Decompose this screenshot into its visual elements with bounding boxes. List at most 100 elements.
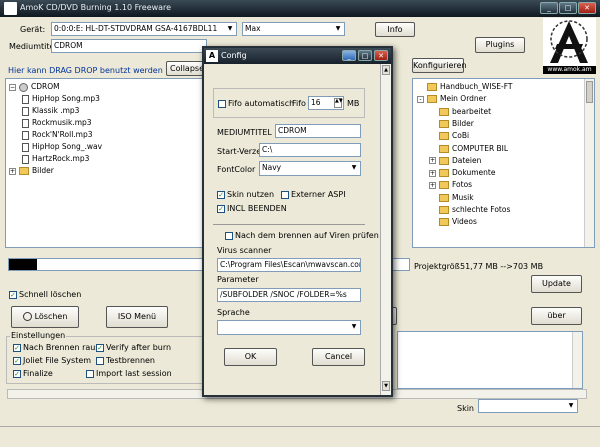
import-last-checkbox[interactable]: Import last session [86, 369, 172, 378]
konfigurieren-button[interactable]: Konfigurieren [412, 58, 467, 73]
tree-item[interactable]: + Dokumente [429, 168, 495, 178]
maximize-icon[interactable]: □ [559, 2, 577, 14]
scrollbar-thumb[interactable] [586, 81, 593, 103]
tree-item[interactable]: COMPUTER BIL [429, 144, 508, 153]
list-item[interactable]: Klassik .mp3 [22, 106, 79, 116]
expand-icon[interactable]: + [429, 181, 436, 189]
config-mediumtitel-input[interactable]: CDROM [275, 124, 361, 138]
verify-checkbox[interactable]: ✓ Verify after burn [96, 343, 171, 352]
nach-brennen-checkbox[interactable]: ✓ Nach Brennen raus [13, 343, 100, 352]
spinner-arrows-icon[interactable]: ▲▼ [334, 98, 343, 108]
check-icon: ✓ [13, 343, 21, 352]
list-item[interactable]: Rockmusik.mp3 [22, 118, 92, 128]
plugins-button[interactable]: Plugins [475, 37, 525, 53]
fontcolor-select[interactable]: Navy ▼ [259, 161, 361, 176]
skin-select[interactable]: ▼ [478, 399, 578, 413]
tree-item-label: Videos [452, 217, 477, 227]
scrollbar-vertical[interactable] [572, 332, 582, 388]
close-icon[interactable]: ✕ [578, 2, 596, 14]
list-item[interactable]: + Bilder [9, 166, 54, 175]
title-bar: AmoK CD/DVD Burning 1.10 Freeware _ □ ✕ [0, 0, 600, 17]
update-button[interactable]: Update [531, 275, 582, 293]
expand-icon[interactable]: + [9, 167, 16, 175]
check-icon: ✓ [9, 290, 17, 299]
fifo-spinner[interactable]: 16 ▲▼ [308, 96, 344, 110]
tree-item[interactable]: schlechte Fotos [429, 205, 510, 214]
scroll-down-icon[interactable]: ▼ [382, 381, 390, 391]
loeschen-button[interactable]: Löschen [11, 306, 79, 328]
explorer-tree[interactable]: Handbuch_WISE-FT - Mein Ordner bearbeitet Bi… [412, 78, 595, 248]
chevron-down-icon: ▼ [335, 25, 341, 32]
tree-item[interactable]: CoBi [429, 131, 469, 141]
startverz-input[interactable]: C:\ [259, 143, 361, 157]
collapse-icon[interactable]: − [9, 83, 16, 91]
folder-name: Bilder [32, 166, 54, 175]
chevron-down-icon: ▼ [568, 402, 574, 409]
folder-icon [439, 169, 449, 178]
check-icon: ✓ [217, 204, 225, 213]
list-item[interactable]: HipHop Song.mp3 [22, 94, 100, 104]
tree-root[interactable]: − CDROM [9, 82, 60, 92]
tree-root-label: CDROM [31, 82, 60, 91]
check-icon: ✓ [96, 343, 104, 352]
list-item[interactable]: HipHop Song_.wav [22, 142, 102, 152]
tree-item[interactable]: + Dateien [429, 156, 481, 165]
fifo-auto-checkbox[interactable]: Fifo automatisch [218, 99, 294, 108]
folder-icon [427, 95, 437, 104]
tree-item-label: COMPUTER BIL [452, 143, 509, 153]
minimize-icon[interactable]: _ [342, 50, 356, 61]
tree-item[interactable]: bearbeitet [429, 107, 491, 116]
minimize-icon[interactable]: _ [540, 2, 558, 14]
info-button[interactable]: Info [375, 22, 415, 37]
schnell-loeschen-checkbox[interactable]: ✓ Schnell löschen [9, 290, 81, 299]
nach-viren-checkbox[interactable]: Nach dem brennen auf Viren prüfen [225, 231, 379, 240]
checkbox-empty-icon [96, 356, 104, 365]
folder-icon [439, 107, 449, 116]
tree-item-label: Fotos [452, 180, 473, 190]
log-area[interactable] [397, 331, 583, 389]
externer-aspi-checkbox[interactable]: Externer ASPI [281, 190, 346, 199]
joliet-checkbox[interactable]: ✓ Joliet File System [13, 356, 91, 365]
maximize-icon[interactable]: □ [358, 50, 372, 61]
cancel-button[interactable]: Cancel [312, 348, 365, 366]
skin-nutzen-checkbox[interactable]: ✓ Skin nutzen [217, 190, 274, 199]
loeschen-label: Löschen [34, 312, 68, 321]
expand-icon[interactable]: + [429, 169, 436, 177]
mediumtitel-input[interactable]: CDROM [51, 39, 207, 53]
parameter-input[interactable]: /SUBFOLDER /SNOC /FOLDER=%s [217, 288, 361, 302]
collapse-icon[interactable]: - [417, 95, 424, 103]
finalize-checkbox[interactable]: ✓ Finalize [13, 369, 53, 378]
tree-item[interactable]: Handbuch_WISE-FT [417, 82, 513, 91]
tree-item[interactable]: Musik [429, 193, 474, 202]
scroll-up-icon[interactable]: ▲ [382, 65, 390, 75]
nach-brennen-label: Nach Brennen raus [23, 343, 100, 352]
testbrennen-checkbox[interactable]: Testbrennen [96, 356, 155, 365]
incl-beenden-checkbox[interactable]: ✓ INCL BEENDEN [217, 204, 287, 214]
tree-item[interactable]: + Fotos [429, 180, 473, 190]
app-icon [4, 2, 17, 15]
checkbox-empty-icon [225, 231, 233, 240]
joliet-label: Joliet File System [23, 356, 92, 365]
tree-item[interactable]: - Mein Ordner [417, 94, 486, 104]
ok-button[interactable]: OK [224, 348, 277, 366]
expand-icon[interactable]: + [429, 157, 436, 165]
collapse-button[interactable]: Collapse t [166, 61, 206, 76]
sprache-select[interactable]: ▼ [217, 320, 361, 335]
scrollbar-vertical[interactable] [584, 79, 594, 247]
list-item[interactable]: HartzRock.mp3 [22, 154, 89, 164]
tree-item-label: bearbeitet [452, 106, 492, 116]
tree-item-label: Bilder [452, 118, 474, 128]
ueber-button[interactable]: über [531, 307, 582, 325]
scrollbar-vertical[interactable]: ▲ ▼ [380, 64, 391, 395]
virus-scanner-input[interactable]: C:\Program Files\Escan\mwavscan.com [217, 258, 361, 272]
tree-item[interactable]: Videos [429, 217, 477, 227]
file-icon [22, 118, 29, 128]
config-dialog: A Config _ □ ✕ Fifo automatisch Fifo 16 … [202, 46, 393, 397]
list-item[interactable]: Rock'N'Roll.mp3 [22, 130, 93, 140]
close-icon[interactable]: ✕ [374, 50, 388, 61]
device-select[interactable]: 0:0:0:E: HL-DT-STDVDRAM GSA-4167BDL11 ▼ [51, 22, 237, 36]
tree-item[interactable]: Bilder [429, 119, 474, 128]
speed-select[interactable]: Max ▼ [242, 22, 345, 36]
cd-content-tree[interactable]: − CDROM HipHop Song.mp3 Klassik .mp3 Rock… [5, 78, 205, 248]
iso-menu-button[interactable]: ISO Menü [106, 306, 168, 328]
